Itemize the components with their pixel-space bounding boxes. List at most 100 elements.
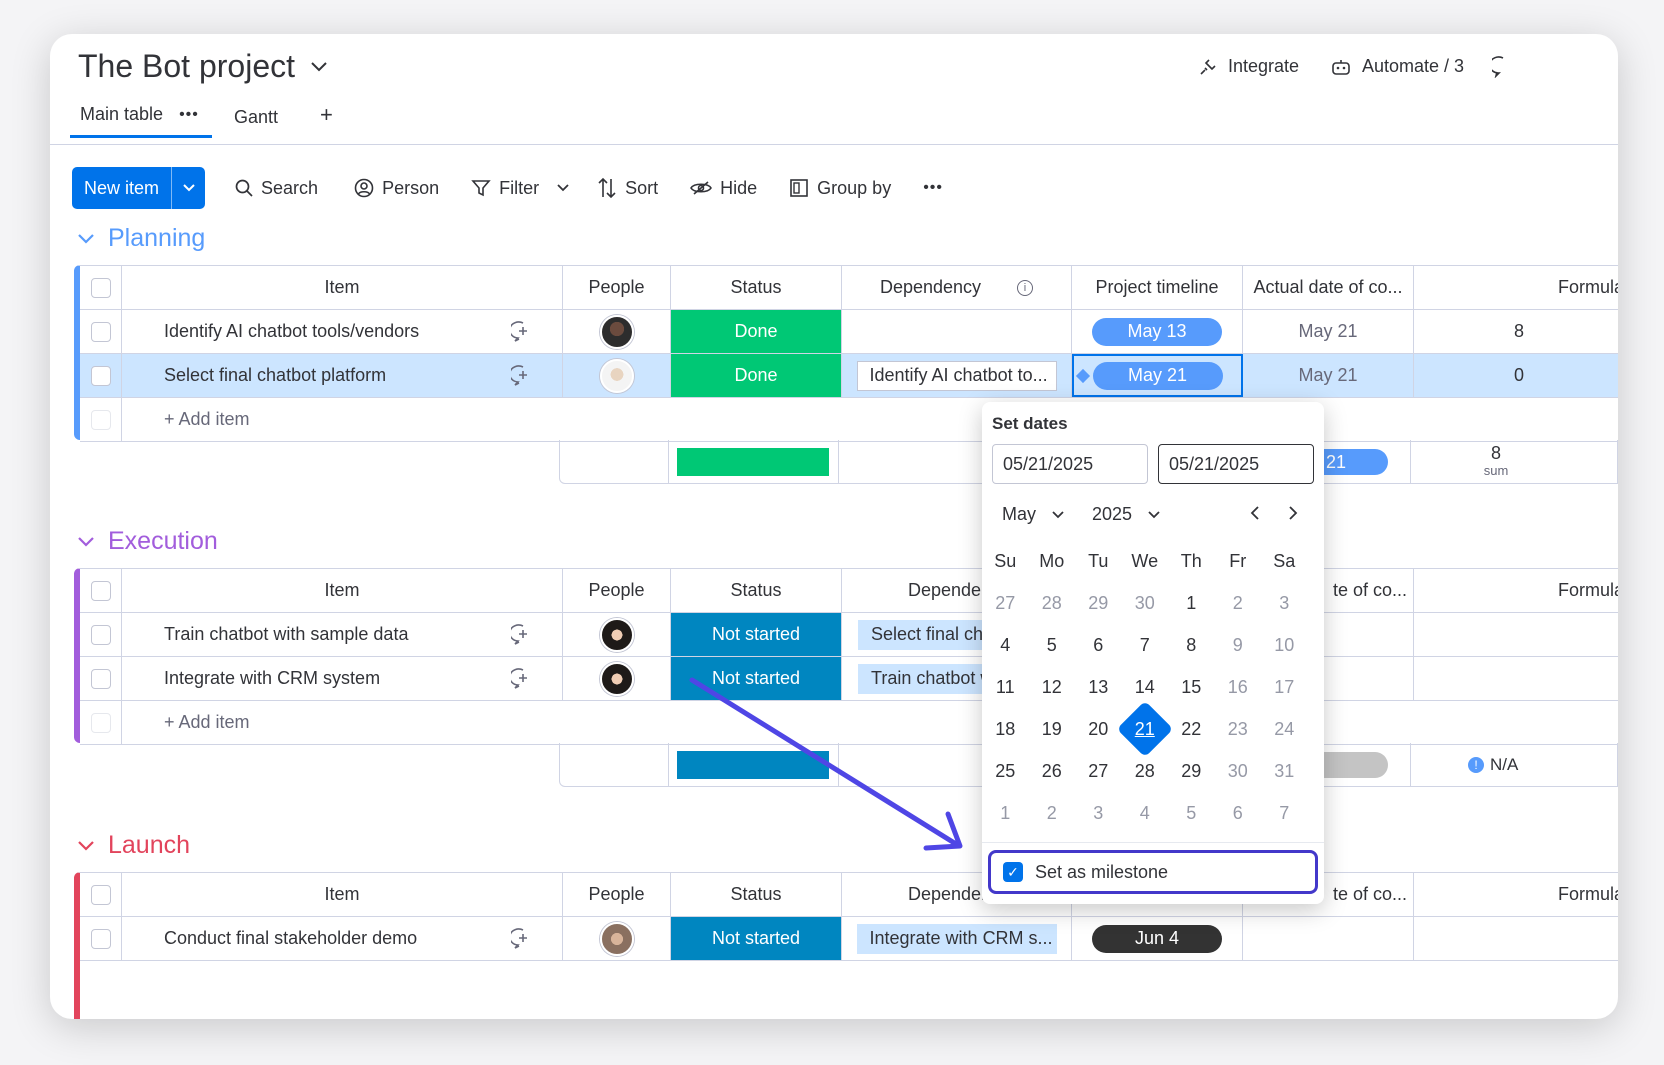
- table-row[interactable]: Integrate with CRM system Not started Tr…: [80, 657, 1618, 701]
- chevron-left-icon[interactable]: [1250, 506, 1260, 525]
- calendar-day[interactable]: 26: [1029, 750, 1076, 792]
- col-dependency[interactable]: Dependency i: [842, 266, 1072, 309]
- calendar-day[interactable]: 15: [1168, 666, 1215, 708]
- calendar-day[interactable]: 20: [1075, 708, 1122, 750]
- status-summary-bar[interactable]: [677, 448, 829, 476]
- add-update-icon[interactable]: [484, 657, 563, 700]
- calendar-day[interactable]: 29: [1075, 582, 1122, 624]
- info-icon[interactable]: i: [1017, 279, 1034, 296]
- calendar-day[interactable]: 16: [1215, 666, 1262, 708]
- calendar-day[interactable]: 27: [1075, 750, 1122, 792]
- calendar-day[interactable]: 10: [1261, 624, 1308, 666]
- calendar-day[interactable]: 24: [1261, 708, 1308, 750]
- calendar-day[interactable]: 7: [1261, 792, 1308, 834]
- item-name[interactable]: Train chatbot with sample data: [122, 613, 484, 656]
- tab-gantt[interactable]: Gantt: [224, 107, 288, 138]
- tab-main-table[interactable]: Main table •••: [70, 104, 212, 138]
- row-checkbox[interactable]: [90, 668, 111, 689]
- avatar[interactable]: [599, 661, 634, 696]
- automate-button[interactable]: Automate / 3: [1330, 56, 1464, 77]
- add-update-icon[interactable]: [484, 354, 563, 397]
- calendar-day[interactable]: 6: [1215, 792, 1262, 834]
- table-row[interactable]: Identify AI chatbot tools/vendors Done M…: [80, 310, 1618, 354]
- group-by-button[interactable]: Group by: [789, 178, 891, 199]
- avatar[interactable]: [599, 314, 634, 349]
- calendar-day[interactable]: 5: [1168, 792, 1215, 834]
- month-select[interactable]: May: [1002, 504, 1064, 525]
- calendar-day[interactable]: 19: [1029, 708, 1076, 750]
- calendar-day[interactable]: 28: [1029, 582, 1076, 624]
- col-formula[interactable]: Formula: [1414, 873, 1618, 916]
- col-timeline[interactable]: Project timeline: [1072, 266, 1243, 309]
- actual-date-cell[interactable]: May 21: [1243, 310, 1414, 353]
- item-name[interactable]: Conduct final stakeholder demo: [122, 917, 484, 960]
- integrate-button[interactable]: Integrate: [1198, 56, 1299, 77]
- calendar-day-selected[interactable]: 21: [1116, 700, 1174, 758]
- status-badge[interactable]: Done: [671, 310, 842, 353]
- calendar-day[interactable]: 30: [1122, 582, 1169, 624]
- calendar-day[interactable]: 29: [1168, 750, 1215, 792]
- start-date-input[interactable]: 05/21/2025: [992, 444, 1148, 484]
- row-checkbox[interactable]: [90, 365, 111, 386]
- calendar-day[interactable]: 4: [982, 624, 1029, 666]
- calendar-day[interactable]: 1: [982, 792, 1029, 834]
- col-people[interactable]: People: [563, 569, 671, 612]
- calendar-day[interactable]: 11: [982, 666, 1029, 708]
- calendar-day[interactable]: 14: [1122, 666, 1169, 708]
- select-all-checkbox[interactable]: [90, 884, 111, 905]
- end-date-input[interactable]: 05/21/2025: [1158, 444, 1314, 484]
- status-badge[interactable]: Done: [671, 354, 842, 397]
- col-people[interactable]: People: [563, 266, 671, 309]
- table-row[interactable]: Train chatbot with sample data Not start…: [80, 613, 1618, 657]
- new-item-button[interactable]: New item: [72, 167, 206, 209]
- year-select[interactable]: 2025: [1092, 504, 1160, 525]
- milestone-checkbox[interactable]: ✓: [1003, 862, 1023, 882]
- dependency-chip[interactable]: Integrate with CRM s...: [856, 923, 1057, 954]
- col-status[interactable]: Status: [671, 569, 842, 612]
- col-people[interactable]: People: [563, 873, 671, 916]
- calendar-day[interactable]: 12: [1029, 666, 1076, 708]
- group-header-execution[interactable]: Execution: [78, 527, 218, 556]
- chevron-down-icon[interactable]: [78, 233, 94, 244]
- hide-button[interactable]: Hide: [690, 178, 757, 199]
- dependency-cell[interactable]: [842, 310, 1072, 353]
- person-filter-button[interactable]: Person: [354, 178, 439, 199]
- add-update-icon[interactable]: [484, 613, 563, 656]
- calendar-day[interactable]: 1: [1168, 582, 1215, 624]
- row-checkbox[interactable]: [90, 928, 111, 949]
- add-update-icon[interactable]: [484, 917, 563, 960]
- calendar-day[interactable]: 2: [1215, 582, 1262, 624]
- col-item[interactable]: Item: [122, 569, 563, 612]
- calendar-day[interactable]: 22: [1168, 708, 1215, 750]
- select-all-checkbox[interactable]: [90, 580, 111, 601]
- add-update-icon[interactable]: [484, 310, 563, 353]
- col-status[interactable]: Status: [671, 873, 842, 916]
- table-row-selected[interactable]: Select final chatbot platform Done Ident…: [80, 354, 1618, 398]
- chat-icon[interactable]: [1488, 56, 1514, 83]
- calendar-day[interactable]: 30: [1215, 750, 1262, 792]
- timeline-pill[interactable]: May 21: [1092, 361, 1223, 390]
- calendar-day[interactable]: 31: [1261, 750, 1308, 792]
- calendar-day[interactable]: 17: [1261, 666, 1308, 708]
- add-item-row[interactable]: + Add item: [80, 398, 1618, 442]
- status-summary-bar[interactable]: [677, 751, 829, 779]
- actual-date-cell[interactable]: May 21: [1243, 354, 1414, 397]
- group-header-launch[interactable]: Launch: [78, 831, 190, 860]
- calendar-day[interactable]: 3: [1075, 792, 1122, 834]
- add-item-row[interactable]: + Add item: [80, 701, 1618, 745]
- status-badge[interactable]: Not started: [671, 917, 842, 960]
- chevron-down-icon[interactable]: [171, 167, 205, 209]
- calendar-day[interactable]: 6: [1075, 624, 1122, 666]
- chevron-down-icon[interactable]: [557, 184, 569, 192]
- search-button[interactable]: Search: [235, 178, 318, 199]
- calendar-day[interactable]: 3: [1261, 582, 1308, 624]
- col-item[interactable]: Item: [122, 266, 563, 309]
- calendar-day[interactable]: 7: [1122, 624, 1169, 666]
- sort-button[interactable]: Sort: [597, 177, 658, 199]
- col-formula[interactable]: Formula: [1414, 266, 1618, 309]
- status-badge[interactable]: Not started: [671, 657, 842, 700]
- milestone-option[interactable]: ✓ Set as milestone: [988, 850, 1318, 894]
- filter-button[interactable]: Filter: [471, 178, 569, 199]
- item-name[interactable]: Identify AI chatbot tools/vendors: [122, 310, 484, 353]
- more-dots-icon[interactable]: •••: [179, 106, 199, 124]
